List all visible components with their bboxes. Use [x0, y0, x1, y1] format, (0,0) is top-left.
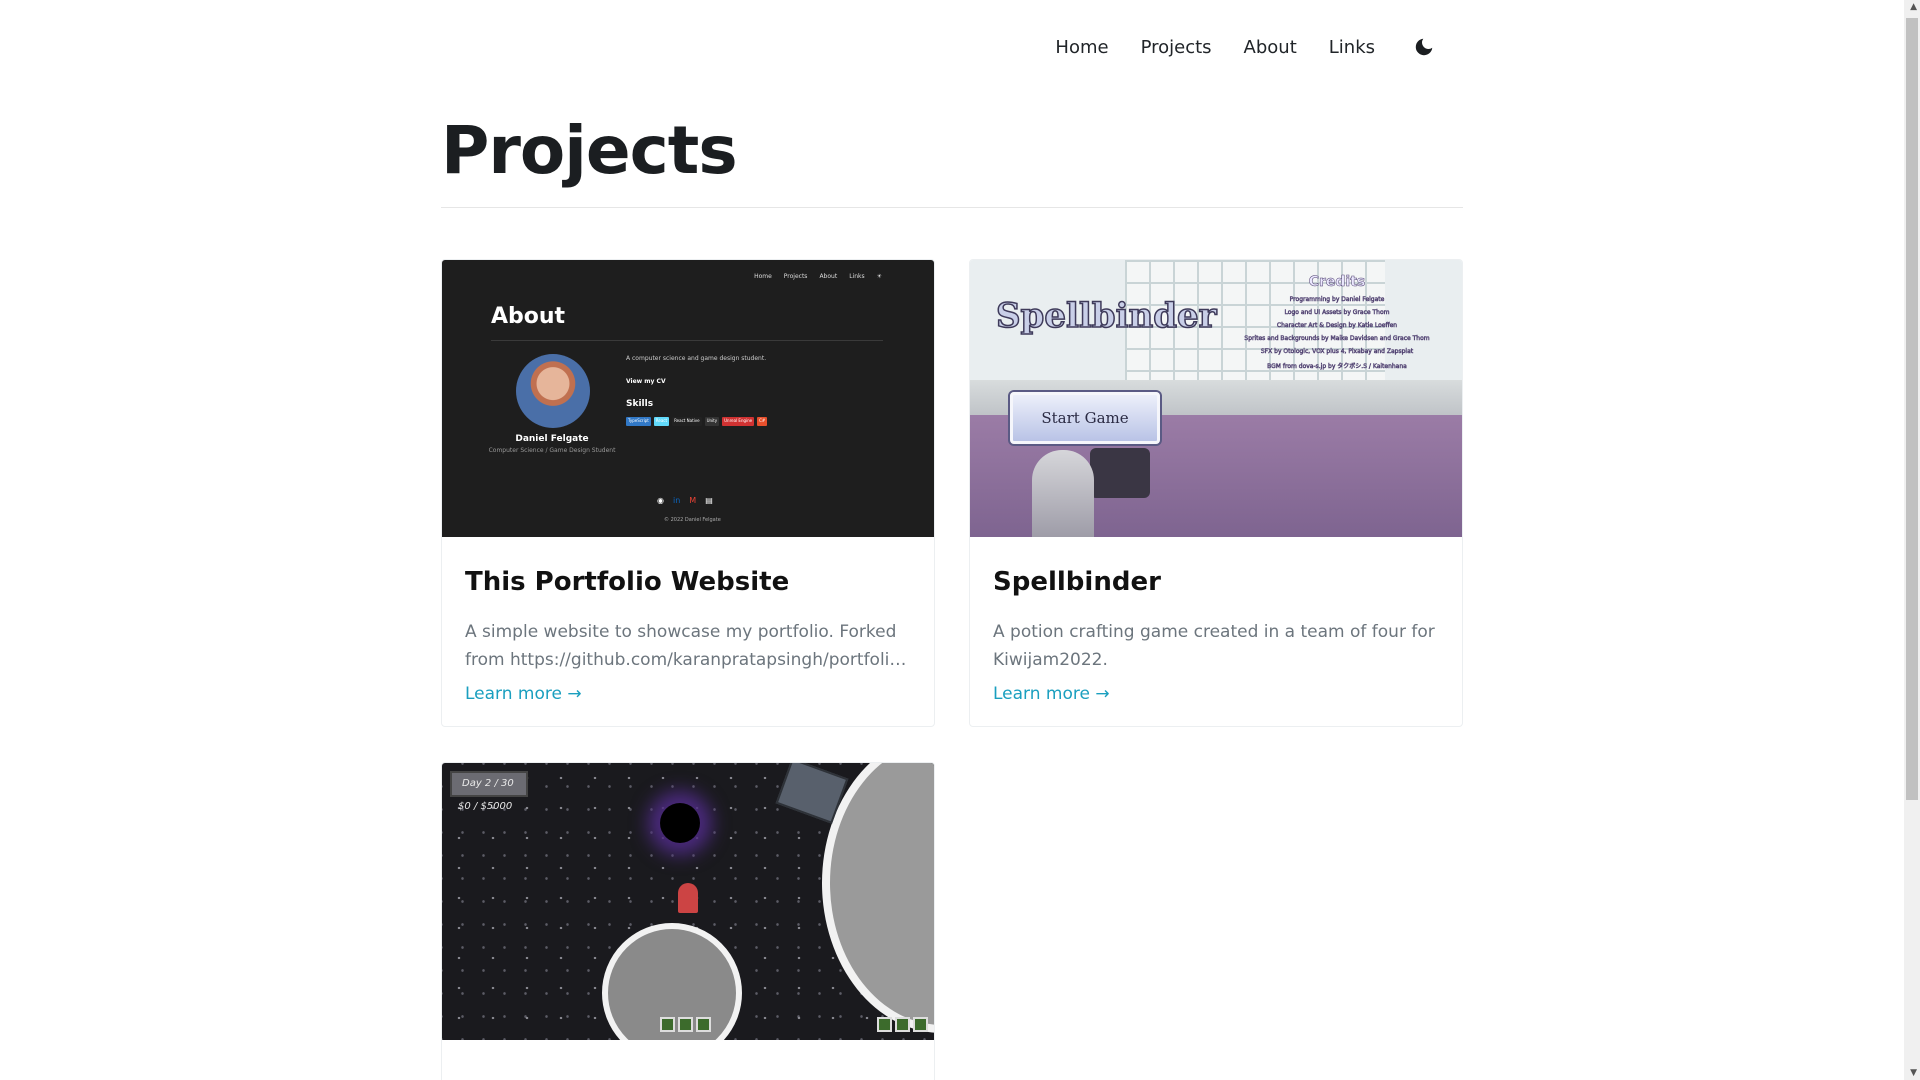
project-title: This Portfolio Website	[465, 567, 790, 597]
store-icon: ▤	[705, 496, 713, 505]
money-counter: $0 / $5000	[458, 801, 513, 812]
nav-links-link[interactable]: Links	[1329, 37, 1375, 58]
project-description: A potion crafting game created in a team…	[993, 622, 1435, 671]
github-icon: ◉	[657, 496, 664, 505]
learn-more-link[interactable]: Learn more →	[465, 684, 582, 704]
theme-toggle-button[interactable]	[1411, 34, 1437, 60]
start-game-image-button: Start Game	[1010, 392, 1160, 444]
thumbnail-skill-tags: TypeScript React React Native Unity Unre…	[626, 417, 768, 426]
card-body: This Portfolio Website A simple website …	[442, 537, 934, 726]
cauldron	[1090, 448, 1150, 498]
title-divider	[441, 207, 1463, 208]
project-description: A simple website to showcase my portfoli…	[465, 622, 906, 671]
card-body: Spellbinder A potion crafting game creat…	[970, 537, 1462, 726]
sun-icon: ☀	[876, 273, 882, 280]
card-body	[442, 1040, 934, 1080]
top-navigation: Home Projects About Links	[0, 0, 1904, 96]
player-character	[678, 883, 698, 913]
project-title: Spellbinder	[993, 567, 1161, 597]
inventory-slots	[877, 1017, 928, 1032]
thumbnail-name: Daniel Felgate	[515, 434, 589, 444]
thumbnail-subtitle: Computer Science / Game Design Student	[488, 447, 616, 454]
thumbnail-copyright: © 2022 Daniel Felgate	[664, 517, 721, 523]
scrollbar[interactable]: ▲ ▼	[1904, 0, 1920, 1080]
thumbnail-heading: About	[491, 304, 566, 329]
scroll-down-icon[interactable]: ▼	[1910, 1068, 1917, 1078]
project-card-space[interactable]: Day 2 / 30 $0 / $5000	[441, 762, 935, 1080]
learn-more-link[interactable]: Learn more →	[993, 684, 1110, 704]
linkedin-icon: in	[672, 496, 681, 505]
project-thumbnail: Home Projects About Links ☀ About Daniel…	[442, 260, 934, 537]
avatar	[516, 354, 590, 428]
nav-menu: Home Projects About Links	[1023, 34, 1437, 60]
thumbnail-desc: A computer science and game design stude…	[626, 355, 767, 362]
project-thumbnail: Spellbinder Start Game Credits Programmi…	[970, 260, 1462, 537]
scroll-up-icon[interactable]: ▲	[1910, 2, 1917, 12]
thumbnail-nav: Home Projects About Links ☀	[754, 273, 882, 280]
hotbar	[660, 1017, 711, 1032]
spellbinder-logo: Spellbinder	[995, 295, 1217, 337]
project-thumbnail: Day 2 / 30 $0 / $5000	[442, 763, 934, 1040]
character	[1032, 450, 1094, 537]
credits-panel: Credits Programming by Daniel Felgate Lo…	[1244, 274, 1430, 371]
nav-projects-link[interactable]: Projects	[1141, 37, 1212, 58]
thumbnail-social-icons: ◉ in M ▤	[657, 496, 713, 505]
gmail-icon: M	[689, 496, 697, 505]
project-card-portfolio[interactable]: Home Projects About Links ☀ About Daniel…	[441, 259, 935, 728]
scrollbar-thumb[interactable]	[1906, 18, 1918, 800]
thumbnail-skills-heading: Skills	[626, 399, 654, 409]
black-hole	[660, 803, 700, 843]
nav-home-link[interactable]: Home	[1055, 37, 1108, 58]
page-title: Projects	[441, 112, 738, 189]
nav-about-link[interactable]: About	[1244, 37, 1297, 58]
moon-icon	[1415, 38, 1433, 56]
day-counter: Day 2 / 30	[450, 771, 528, 797]
project-card-spellbinder[interactable]: Spellbinder Start Game Credits Programmi…	[969, 259, 1463, 728]
thumbnail-cv: View my CV	[626, 378, 666, 385]
